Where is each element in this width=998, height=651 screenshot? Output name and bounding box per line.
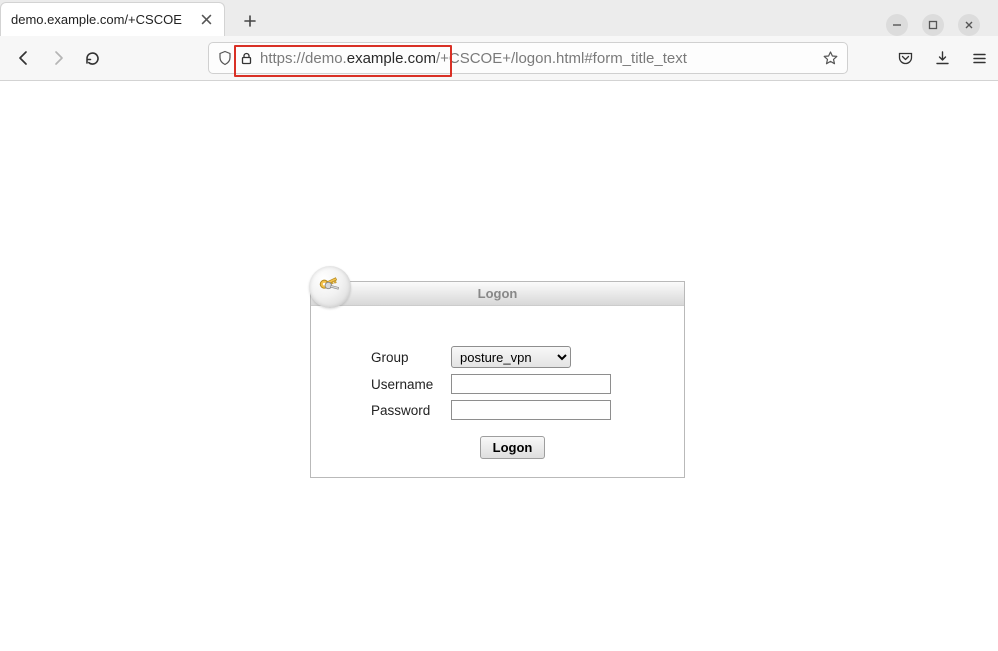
back-button[interactable] — [10, 44, 38, 72]
url-text: https://demo.example.com/+CSCOE+/logon.h… — [260, 50, 816, 67]
browser-chrome: demo.example.com/+CSCOE — [0, 0, 998, 81]
close-window-button[interactable] — [958, 14, 980, 36]
menu-icon[interactable] — [971, 50, 988, 67]
maximize-button[interactable] — [922, 14, 944, 36]
dialog-title: Logon — [478, 286, 518, 301]
url-scheme: https:// — [260, 50, 305, 67]
logon-button[interactable]: Logon — [480, 436, 546, 459]
username-field[interactable] — [451, 374, 611, 394]
url-domain: example.com — [347, 50, 436, 67]
keys-icon — [309, 266, 351, 308]
password-field[interactable] — [451, 400, 611, 420]
browser-tab[interactable]: demo.example.com/+CSCOE — [0, 2, 225, 36]
pocket-icon[interactable] — [897, 50, 914, 67]
logon-dialog: Logon Group posture_vpn Username Passwor… — [310, 281, 685, 478]
username-row: Username — [371, 374, 654, 394]
reload-button[interactable] — [78, 44, 106, 72]
password-label: Password — [371, 403, 441, 418]
group-row: Group posture_vpn — [371, 346, 654, 368]
download-icon[interactable] — [934, 50, 951, 67]
group-label: Group — [371, 350, 441, 365]
tab-title: demo.example.com/+CSCOE — [11, 12, 191, 27]
forward-button[interactable] — [44, 44, 72, 72]
username-label: Username — [371, 377, 441, 392]
dialog-header: Logon — [311, 282, 684, 306]
minimize-button[interactable] — [886, 14, 908, 36]
password-row: Password — [371, 400, 654, 420]
url-subdomain: demo. — [305, 50, 347, 67]
lock-icon[interactable] — [239, 51, 254, 66]
window-controls — [886, 14, 990, 36]
logon-button-row: Logon — [371, 436, 654, 459]
bookmark-star-icon[interactable] — [816, 50, 839, 67]
group-select[interactable]: posture_vpn — [451, 346, 571, 368]
toolbar-extras — [897, 50, 988, 67]
address-bar[interactable]: https://demo.example.com/+CSCOE+/logon.h… — [208, 42, 848, 74]
shield-icon[interactable] — [217, 50, 233, 66]
dialog-body: Group posture_vpn Username Password Logo… — [311, 306, 684, 477]
page-area: Logon Group posture_vpn Username Passwor… — [0, 81, 998, 651]
close-icon[interactable] — [201, 14, 212, 25]
toolbar: https://demo.example.com/+CSCOE+/logon.h… — [0, 36, 998, 80]
new-tab-button[interactable] — [233, 6, 267, 36]
url-path: /+CSCOE+/logon.html#form_title_text — [436, 50, 687, 67]
tab-strip: demo.example.com/+CSCOE — [0, 0, 998, 36]
